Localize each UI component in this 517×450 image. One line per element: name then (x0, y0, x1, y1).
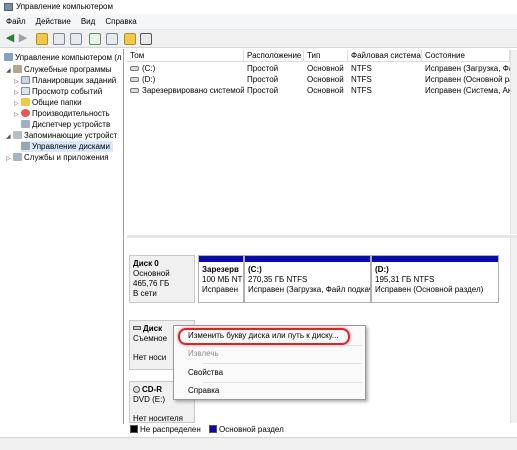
menu-item-properties[interactable]: Свойства (174, 366, 365, 380)
disk-view-scrollbar[interactable] (510, 238, 517, 423)
legend-unallocated: Не распределен (140, 425, 201, 434)
up-folder-icon[interactable] (36, 33, 48, 45)
partition-c[interactable]: (C:) 270,35 ГБ NTFS Исправен (Загрузка, … (244, 255, 371, 303)
tree-item-device-manager[interactable]: Диспетчер устройств (21, 119, 110, 130)
partition-bar (245, 256, 370, 262)
volume-icon (130, 88, 139, 93)
tree-item-system-tools[interactable]: ◢ Служебные программы (6, 64, 111, 75)
event-viewer-icon (21, 87, 30, 95)
services-icon (13, 153, 22, 161)
tree-item-computer-management[interactable]: Управление компьютером (л (4, 52, 122, 63)
status-bar (0, 437, 517, 450)
volume-icon (130, 77, 139, 82)
folder-icon[interactable] (124, 33, 136, 45)
legend-primary: Основной раздел (219, 425, 284, 434)
back-arrow-icon[interactable]: ◀ (4, 33, 16, 45)
window-title: Управление компьютером (16, 2, 113, 11)
tools-icon (13, 65, 22, 73)
show-hide-tree-icon[interactable] (53, 33, 65, 45)
menu-item-eject[interactable]: Извлечь (174, 347, 365, 361)
disk-0-status: В сети (133, 289, 157, 298)
tree-item-disk-management[interactable]: Управление дисками (21, 141, 113, 152)
checkmark-icon[interactable] (140, 33, 152, 45)
properties-icon[interactable] (70, 33, 82, 45)
tree-item-event-viewer[interactable]: ▷ Просмотр событий (14, 86, 102, 97)
navigation-tree: Управление компьютером (л ◢ Служебные про… (0, 49, 124, 424)
column-header-layout[interactable]: Расположение (244, 50, 304, 62)
menu-help[interactable]: Справка (101, 14, 140, 26)
performance-icon (21, 109, 30, 117)
legend-swatch-unallocated (130, 425, 138, 433)
folder-icon (21, 98, 30, 106)
collapse-arrow-icon[interactable]: ◢ (6, 66, 13, 77)
column-header-filesystem[interactable]: Файловая система (348, 50, 422, 62)
disk-management-icon (21, 142, 30, 150)
help-icon[interactable] (89, 33, 101, 45)
partition-bar (199, 256, 243, 262)
toolbar: ◀ ▶ (0, 30, 517, 48)
table-scrollbar[interactable] (510, 50, 517, 234)
tree-item-shared-folders[interactable]: ▷ Общие папки (14, 97, 82, 108)
legend-swatch-primary (209, 425, 218, 433)
cdrom-name: CD-R (142, 385, 162, 394)
cdrom-status: Нет носителя (133, 414, 183, 423)
legend: Не распределен Основной раздел (127, 425, 510, 437)
device-manager-icon (21, 120, 30, 128)
partition-reserved[interactable]: Зарезерв 100 МБ NT Исправен (198, 255, 244, 303)
disk-0-name: Диск 0 (133, 259, 159, 268)
menu-separator (202, 363, 362, 364)
show-hide-action-pane-icon[interactable] (106, 33, 118, 45)
menu-item-help[interactable]: Справка (174, 384, 365, 398)
tree-item-services-apps[interactable]: ▷ Службы и приложения (6, 152, 109, 163)
tree-item-task-scheduler[interactable]: ▷ Планировщик заданий (14, 75, 116, 86)
computer-management-icon (4, 3, 13, 11)
menu-file[interactable]: Файл (2, 14, 30, 26)
cd-drive-icon (133, 386, 140, 393)
column-header-volume[interactable]: Том (127, 50, 244, 62)
menu-separator (202, 382, 362, 383)
title-bar: Управление компьютером (0, 0, 517, 14)
expand-arrow-icon[interactable]: ▷ (14, 110, 21, 121)
forward-arrow-icon[interactable]: ▶ (17, 33, 29, 45)
column-header-type[interactable]: Тип (304, 50, 348, 62)
partition-d[interactable]: (D:) 195,31 ГБ NTFS Исправен (Основной р… (371, 255, 499, 303)
clock-icon (21, 76, 30, 84)
tree-item-storage[interactable]: ◢ Запоминающие устройст (6, 130, 117, 141)
disk-0-size: 465,76 ГБ (133, 279, 170, 288)
disk-0-type: Основной (133, 269, 170, 278)
partition-bar (372, 256, 498, 262)
menu-bar: Файл Действие Вид Справка (0, 14, 517, 30)
storage-icon (13, 131, 22, 139)
disk-1-name: Диск (143, 324, 163, 333)
disk-0-label[interactable]: Диск 0 Основной 465,76 ГБ В сети (129, 255, 195, 303)
menu-separator (202, 345, 362, 346)
menu-view[interactable]: Вид (77, 14, 99, 26)
menu-action[interactable]: Действие (32, 14, 75, 26)
collapse-arrow-icon[interactable]: ◢ (6, 132, 13, 143)
removable-disk-icon (133, 326, 141, 330)
tree-item-performance[interactable]: ▷ Производительность (14, 108, 110, 119)
computer-icon (4, 53, 13, 61)
volume-table: Том Расположение Тип Файловая система Со… (127, 50, 510, 234)
column-header-status[interactable]: Состояние (422, 50, 510, 62)
expand-arrow-icon[interactable]: ▷ (6, 154, 13, 165)
menu-item-change-drive-letter[interactable]: Изменить букву диска или путь к диску... (174, 329, 365, 343)
volume-icon (130, 66, 139, 71)
context-menu: Изменить букву диска или путь к диску...… (173, 325, 366, 400)
